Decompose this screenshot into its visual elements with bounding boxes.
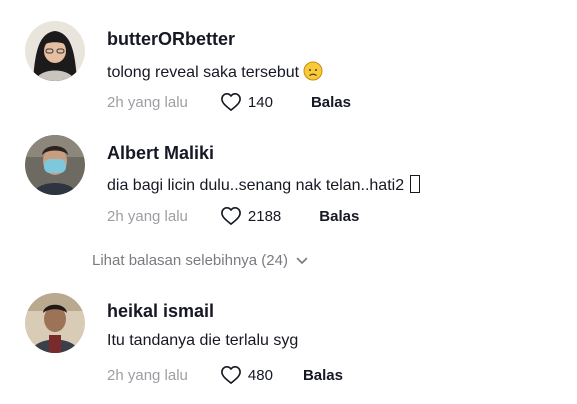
comment-meta: 2h yang lalu 2188 Balas [107, 204, 359, 228]
comment-timestamp: 2h yang lalu [107, 93, 188, 111]
missing-glyph-icon [410, 175, 421, 193]
like-count: 2188 [247, 207, 282, 225]
view-more-label: Lihat balasan selebihnya (24) [92, 252, 288, 269]
heart-outline-icon [220, 207, 241, 225]
reply-button[interactable]: Balas [319, 208, 359, 225]
comment-text: Itu tandanya die terlalu syg [107, 332, 298, 350]
view-more-replies-button[interactable]: Lihat balasan selebihnya (24) [92, 252, 308, 269]
comment-timestamp: 2h yang lalu [107, 366, 188, 384]
chevron-down-icon [296, 257, 308, 264]
like-button[interactable]: 140 [220, 92, 273, 112]
comment-username[interactable]: Albert Maliki [107, 143, 214, 164]
comment-body: Itu tandanya die terlalu syg [107, 332, 299, 349]
comment-meta: 2h yang lalu 480 Balas [107, 363, 343, 387]
comment-username[interactable]: butterORbetter [107, 29, 235, 50]
sad-face-emoji-icon [303, 61, 323, 81]
reply-button[interactable]: Balas [303, 367, 343, 384]
like-count: 480 [247, 366, 273, 384]
like-button[interactable]: 2188 [220, 206, 281, 226]
avatar[interactable] [25, 21, 85, 81]
heart-outline-icon [220, 93, 241, 111]
comment-body: dia bagi licin dulu..senang nak telan..h… [107, 177, 405, 194]
comment-body: tolong reveal saka tersebut [107, 64, 300, 81]
heart-outline-icon [220, 366, 241, 384]
comment-text: tolong reveal saka tersebut [107, 61, 323, 82]
avatar[interactable] [25, 293, 85, 353]
avatar[interactable] [25, 135, 85, 195]
reply-button[interactable]: Balas [311, 94, 351, 111]
like-button[interactable]: 480 [220, 365, 273, 385]
comment-timestamp: 2h yang lalu [107, 207, 188, 225]
comment-meta: 2h yang lalu 140 Balas [107, 90, 351, 114]
comment-username[interactable]: heikal ismail [107, 301, 214, 322]
comment-text: dia bagi licin dulu..senang nak telan..h… [107, 175, 421, 195]
like-count: 140 [247, 93, 273, 111]
